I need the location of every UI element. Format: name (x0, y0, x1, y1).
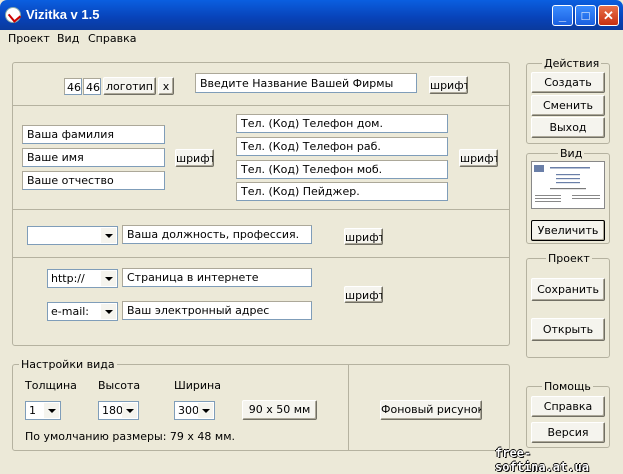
width-value: 300 (178, 404, 199, 417)
separator (13, 257, 509, 258)
help-button[interactable]: Справка (531, 396, 605, 417)
company-name-field[interactable]: Введите Название Вашей Фирмы (195, 73, 417, 93)
minimize-button[interactable]: _ (552, 5, 573, 26)
menu-bar: Проект Вид Справка (0, 30, 623, 48)
pager-field[interactable]: Тел. (Код) Пейджер. (236, 182, 448, 201)
version-button[interactable]: Версия (531, 422, 605, 443)
thickness-combo[interactable]: 1 (25, 401, 61, 420)
person-font-button[interactable]: шрифт (175, 149, 214, 167)
actions-label: Действия (542, 57, 602, 70)
thickness-label: Толщина (25, 379, 77, 392)
company-font-button[interactable]: шрифт (429, 76, 468, 94)
phone-mobile-field[interactable]: Тел. (Код) Телефон моб. (236, 160, 448, 179)
change-button[interactable]: Сменить (531, 95, 605, 116)
email-prefix-value: e-mail: (51, 305, 90, 318)
separator (13, 105, 509, 106)
width-label: Ширина (174, 379, 221, 392)
phones-font-button[interactable]: шрифт (459, 149, 498, 167)
internet-font-button[interactable]: шрифт (344, 286, 383, 303)
email-prefix-combo[interactable]: e-mail: (47, 302, 118, 321)
maximize-button[interactable]: □ (575, 5, 596, 26)
height-combo[interactable]: 180 (98, 401, 139, 420)
chevron-down-icon[interactable] (101, 304, 116, 319)
position-field[interactable]: Ваша должность, профессия. (122, 225, 312, 244)
open-button[interactable]: Открыть (531, 318, 605, 341)
height-label: Высота (98, 379, 141, 392)
app-icon (5, 7, 21, 23)
separator (13, 209, 509, 210)
width-combo[interactable]: 300 (174, 401, 215, 420)
first-name-field[interactable]: Ваше имя (22, 148, 165, 167)
chevron-down-icon[interactable] (101, 271, 116, 286)
separator (348, 365, 349, 450)
zoom-button[interactable]: Увеличить (531, 220, 605, 241)
position-combo[interactable] (27, 226, 118, 245)
menu-project[interactable]: Проект (8, 32, 50, 45)
close-button[interactable]: ✕ (598, 5, 619, 26)
remove-logo-button[interactable]: x (158, 77, 174, 95)
last-name-field[interactable]: Ваша фамилия (22, 125, 165, 144)
logo-width-field[interactable]: 46 (64, 78, 82, 95)
size-preset-button[interactable]: 90 x 50 мм (242, 400, 317, 420)
help-label: Помощь (542, 380, 593, 393)
view-settings-label: Настройки вида (19, 358, 117, 371)
phone-work-field[interactable]: Тел. (Код) Телефон раб. (236, 137, 448, 156)
create-button[interactable]: Создать (531, 72, 605, 93)
chevron-down-icon[interactable] (122, 403, 137, 418)
url-prefix-combo[interactable]: http:// (47, 269, 118, 288)
phone-home-field[interactable]: Тел. (Код) Телефон дом. (236, 114, 448, 133)
thickness-value: 1 (29, 404, 36, 417)
logo-button[interactable]: логотип (103, 77, 156, 95)
position-font-button[interactable]: шрифт (344, 228, 383, 245)
exit-button[interactable]: Выход (531, 117, 605, 138)
height-value: 180 (102, 404, 123, 417)
email-field[interactable]: Ваш электронный адрес (122, 301, 312, 320)
chevron-down-icon[interactable] (198, 403, 213, 418)
menu-help[interactable]: Справка (88, 32, 136, 45)
chevron-down-icon[interactable] (101, 228, 116, 243)
view-label: Вид (558, 147, 585, 160)
url-prefix-value: http:// (51, 272, 85, 285)
card-preview (531, 161, 605, 209)
logo-height-field[interactable]: 46 (83, 78, 101, 95)
background-image-button[interactable]: Фоновый рисунок (380, 400, 482, 420)
website-field[interactable]: Страница в интернете (122, 268, 312, 287)
patronymic-field[interactable]: Ваше отчество (22, 171, 165, 190)
default-size-note: По умолчанию размеры: 79 x 48 мм. (25, 430, 235, 443)
chevron-down-icon[interactable] (44, 403, 59, 418)
project-group (526, 258, 610, 358)
menu-view[interactable]: Вид (57, 32, 79, 45)
card-preview-image (532, 162, 604, 208)
watermark: free-softina.at.ua (495, 446, 589, 474)
window-title: Vizitka v 1.5 (26, 7, 100, 22)
project-label: Проект (546, 252, 592, 265)
save-button[interactable]: Сохранить (531, 278, 605, 301)
